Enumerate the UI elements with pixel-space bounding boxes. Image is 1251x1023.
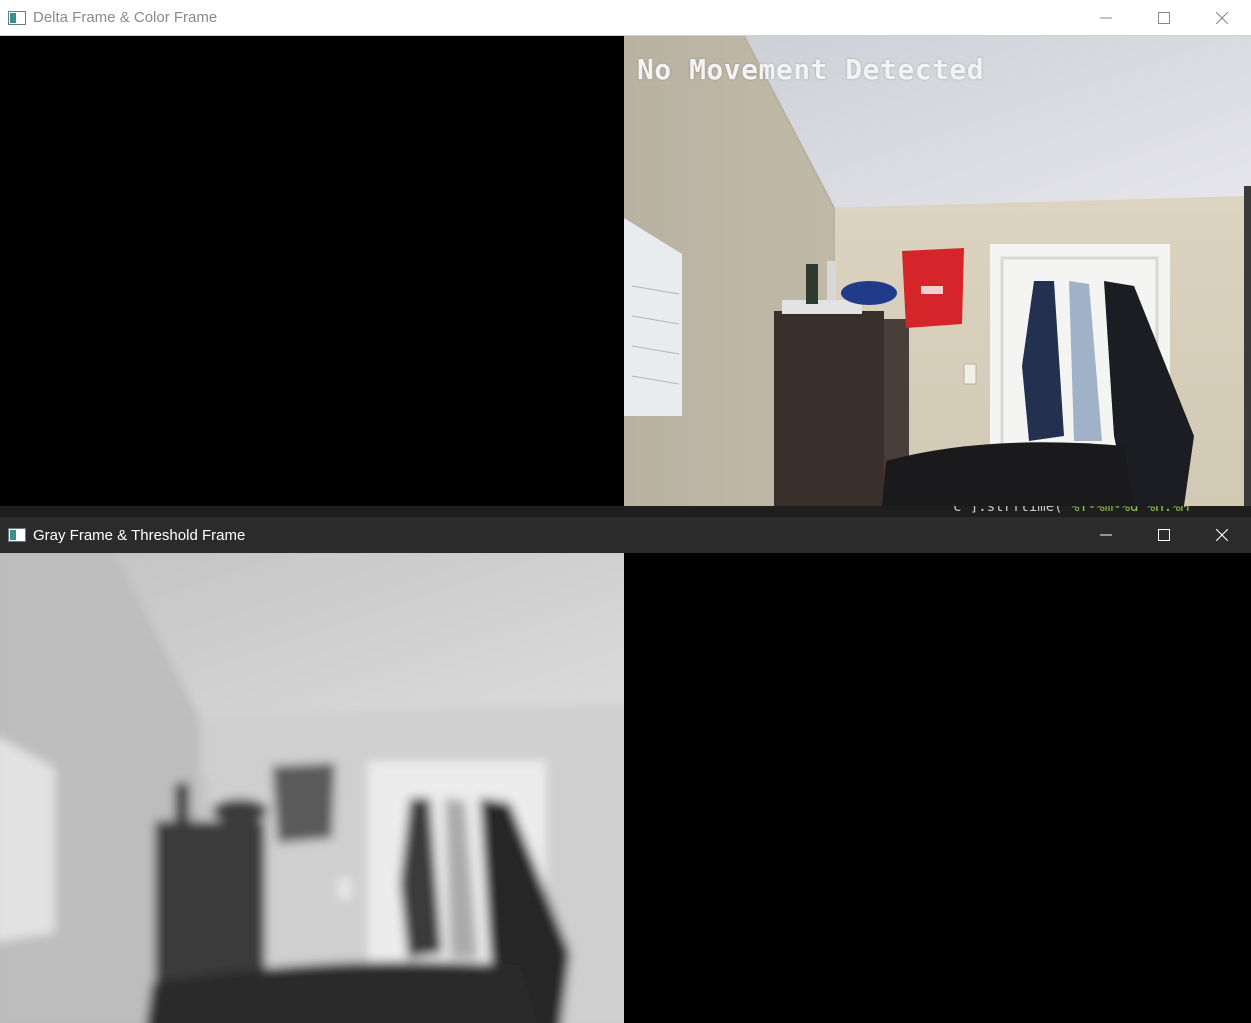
window-titlebar[interactable]: Gray Frame & Threshold Frame: [0, 517, 1251, 553]
gray-frame-image: [0, 553, 624, 1023]
maximize-icon: [1158, 11, 1170, 24]
delta-frame: [0, 36, 624, 506]
close-icon: [1216, 529, 1228, 541]
maximize-icon: [1158, 529, 1170, 541]
maximize-button[interactable]: [1135, 0, 1193, 35]
app-icon: [8, 528, 26, 542]
window-title: Gray Frame & Threshold Frame: [33, 526, 246, 544]
minimize-icon: [1100, 534, 1112, 536]
gray-frame: [0, 553, 624, 1023]
minimize-button[interactable]: [1077, 0, 1135, 35]
minimize-icon: [1100, 17, 1112, 18]
delta-color-window: Delta Frame & Color Frame No Movement De…: [0, 0, 1251, 506]
close-button[interactable]: [1193, 517, 1251, 553]
color-frame: No Movement Detected: [624, 36, 1251, 506]
background-editor-strip: c'].strftime("%Y-%m-%d %H:%M: [0, 505, 1251, 517]
window-controls: [1077, 0, 1251, 35]
background-code-line: c'].strftime("%Y-%m-%d %H:%M: [953, 505, 1190, 515]
app-icon: [8, 10, 26, 25]
gray-threshold-window: Gray Frame & Threshold Frame: [0, 517, 1251, 1023]
threshold-frame: [624, 553, 1251, 1023]
close-icon: [1216, 11, 1228, 24]
window-titlebar[interactable]: Delta Frame & Color Frame: [0, 0, 1251, 36]
close-button[interactable]: [1193, 0, 1251, 35]
window-title: Delta Frame & Color Frame: [33, 9, 218, 26]
movement-status-text: No Movement Detected: [637, 53, 985, 86]
color-frame-image: [624, 36, 1251, 506]
maximize-button[interactable]: [1135, 517, 1193, 553]
minimize-button[interactable]: [1077, 517, 1135, 553]
window-controls: [1077, 517, 1251, 553]
